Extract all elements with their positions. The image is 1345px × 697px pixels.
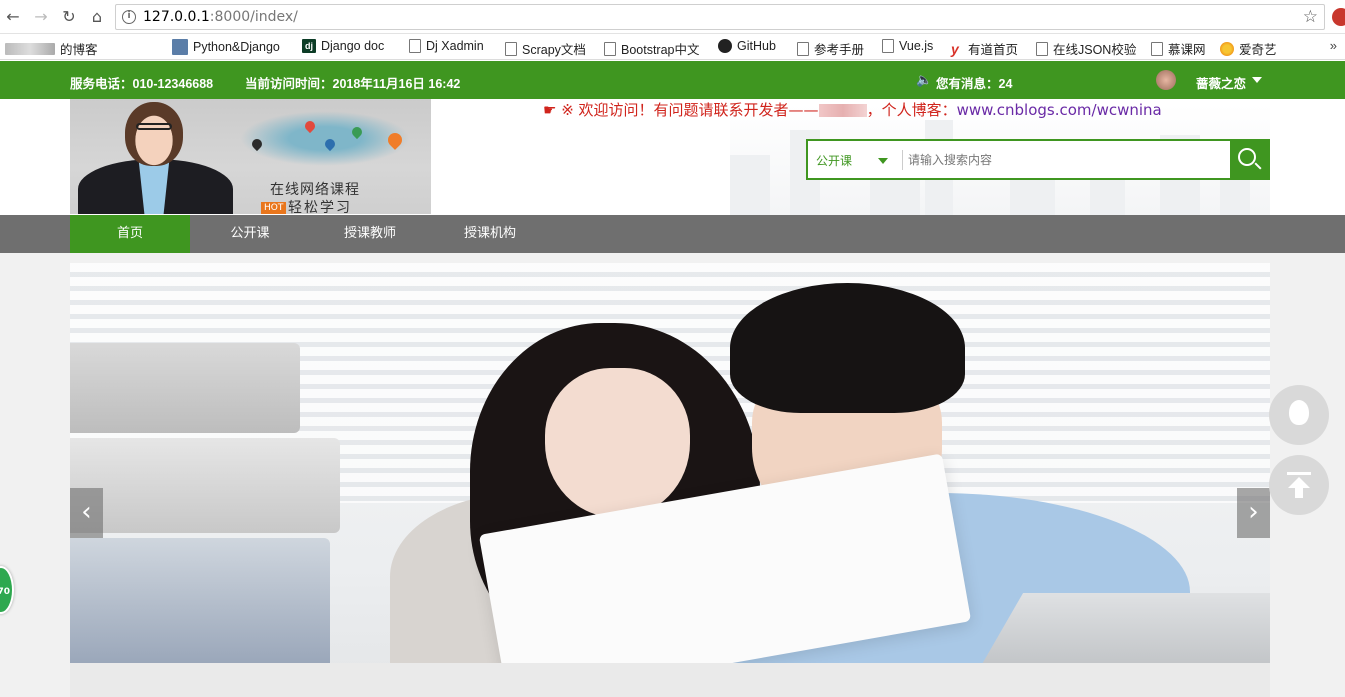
- nav-item-home[interactable]: 首页: [70, 215, 190, 253]
- bookmark-item[interactable]: Dj Xadmin: [409, 39, 484, 53]
- bookmark-label: Vue.js: [899, 39, 934, 53]
- site-logo[interactable]: 在线网络课程 轻松学习 HOT: [70, 99, 431, 214]
- avatar[interactable]: [1156, 70, 1176, 90]
- page-icon: [882, 39, 894, 53]
- bookmark-item[interactable]: y 有道首页: [951, 39, 1018, 58]
- bookmark-label: Bootstrap中文: [621, 43, 700, 57]
- bookmarks-more-button[interactable]: »: [1330, 38, 1337, 53]
- bookmark-item[interactable]: 爱奇艺: [1220, 39, 1277, 58]
- bookmark-item[interactable]: 慕课网: [1151, 39, 1206, 58]
- messages-link[interactable]: 您有消息：24: [936, 73, 1012, 92]
- bookmark-star-icon[interactable]: ☆: [1303, 7, 1318, 27]
- student-photo: [545, 368, 690, 518]
- service-phone: 服务电话：010-12346688: [70, 77, 214, 91]
- speaker-icon: 🔈: [916, 72, 933, 87]
- blurred-favicon-icon: [5, 42, 55, 55]
- bookmark-label: 参考手册: [814, 43, 865, 57]
- search-category-select[interactable]: 公开课: [816, 152, 852, 169]
- page-icon: [505, 41, 517, 56]
- welcome-prefix: ☛ ※ 欢迎访问！有问题请联系开发者——: [543, 101, 819, 119]
- logo-slogan-line1: 在线网络课程: [270, 182, 360, 198]
- logo-slogan-line2: 轻松学习: [288, 200, 352, 214]
- nav-item-open-courses[interactable]: 公开课: [190, 215, 310, 253]
- blog-link[interactable]: www.cnblogs.com/wcwnina: [957, 101, 1162, 119]
- welcome-suffix: ，个人博客：: [866, 101, 957, 119]
- laptop-image: [976, 593, 1270, 673]
- qq-chat-button[interactable]: [1269, 385, 1329, 445]
- hot-badge: HOT: [261, 202, 287, 214]
- browser-toolbar: ← → ↻ ⌂ i 127.0.0.1:8000/index/ ☆: [0, 0, 1345, 34]
- blurred-name: [818, 104, 867, 117]
- welcome-notice: ☛ ※ 欢迎访问！有问题请联系开发者—— ，个人博客：www.cnblogs.co…: [543, 99, 1162, 120]
- youdao-icon: y: [951, 41, 963, 56]
- bookmark-label: Dj Xadmin: [426, 39, 484, 53]
- nav-item-organizations[interactable]: 授课机构: [430, 215, 550, 253]
- bookmark-label: 爱奇艺: [1239, 43, 1277, 57]
- bookmark-label: GitHub: [737, 39, 776, 53]
- banner-carousel[interactable]: ‹ ›: [70, 263, 1270, 697]
- search-box: 公开课: [806, 139, 1270, 180]
- info-icon[interactable]: i: [122, 10, 136, 24]
- nav-item-teachers[interactable]: 授课教师: [310, 215, 430, 253]
- page-icon: [604, 41, 616, 56]
- site-header: 在线网络课程 轻松学习 HOT ☛ ※ 欢迎访问！有问题请联系开发者—— ，个人博…: [0, 99, 1345, 215]
- bookmark-label: 有道首页: [968, 43, 1019, 57]
- address-bar[interactable]: i 127.0.0.1:8000/index/ ☆: [115, 4, 1325, 30]
- bookmark-item[interactable]: dj Django doc: [302, 39, 384, 53]
- search-input[interactable]: [908, 147, 1228, 173]
- reload-icon[interactable]: ↻: [58, 6, 80, 28]
- bookmark-label: Scrapy文档: [522, 43, 586, 57]
- image-favicon-icon: [172, 39, 188, 55]
- search-button[interactable]: [1230, 141, 1268, 178]
- bookmark-label: Django doc: [321, 39, 385, 53]
- bookmark-item[interactable]: 的博客: [5, 39, 98, 58]
- bookmark-item[interactable]: Scrapy文档: [505, 39, 586, 58]
- back-arrow-icon[interactable]: ←: [2, 6, 24, 28]
- bookmark-label: 在线JSON校验: [1053, 43, 1137, 57]
- back-to-top-icon: [1287, 472, 1311, 475]
- bookmark-item[interactable]: Bootstrap中文: [604, 39, 700, 58]
- carousel-prev-button[interactable]: ‹: [70, 488, 103, 538]
- url-text[interactable]: 127.0.0.1:8000/index/: [143, 9, 298, 25]
- back-to-top-button[interactable]: [1269, 455, 1329, 515]
- bookmark-item[interactable]: Python&Django: [172, 39, 280, 55]
- home-icon[interactable]: ⌂: [86, 6, 108, 28]
- bookmark-label: 的博客: [60, 43, 98, 57]
- world-map-icon: [240, 111, 410, 166]
- chevron-down-icon[interactable]: [878, 158, 888, 164]
- bookmark-item[interactable]: GitHub: [718, 39, 776, 53]
- page-icon: [797, 41, 809, 56]
- github-icon: [718, 39, 732, 53]
- chevron-down-icon[interactable]: [1252, 77, 1262, 83]
- main-content: ‹ ›: [0, 253, 1345, 697]
- bookmark-item[interactable]: 参考手册: [797, 39, 864, 58]
- bookmarks-bar: 的博客 Python&Django dj Django doc Dj Xadmin…: [0, 34, 1345, 60]
- page-icon: [1036, 41, 1048, 56]
- extension-icon[interactable]: [1332, 8, 1345, 26]
- url-host: 127.0.0.1: [143, 9, 210, 25]
- page-icon: [409, 39, 421, 53]
- django-icon: dj: [302, 39, 316, 53]
- books-image: [70, 343, 400, 697]
- site-topbar: 服务电话：010-12346688 当前访问时间：2018年11月16日 16:…: [0, 61, 1345, 99]
- url-path: :8000/index/: [209, 9, 298, 25]
- bookmark-item[interactable]: Vue.js: [882, 39, 933, 53]
- page-icon: [1151, 41, 1163, 56]
- bookmark-label: Python&Django: [193, 40, 280, 54]
- iqiyi-icon: [1220, 41, 1234, 56]
- main-nav: 首页 公开课 授课教师 授课机构: [0, 215, 1345, 253]
- visit-time: 当前访问时间：2018年11月16日 16:42: [245, 77, 461, 91]
- forward-arrow-icon[interactable]: →: [30, 6, 52, 28]
- bookmark-item[interactable]: 在线JSON校验: [1036, 39, 1136, 58]
- bookmark-label: 慕课网: [1168, 43, 1206, 57]
- username[interactable]: 蔷薇之恋: [1196, 73, 1246, 92]
- qq-icon: [1289, 400, 1309, 425]
- carousel-next-button[interactable]: ›: [1237, 488, 1270, 538]
